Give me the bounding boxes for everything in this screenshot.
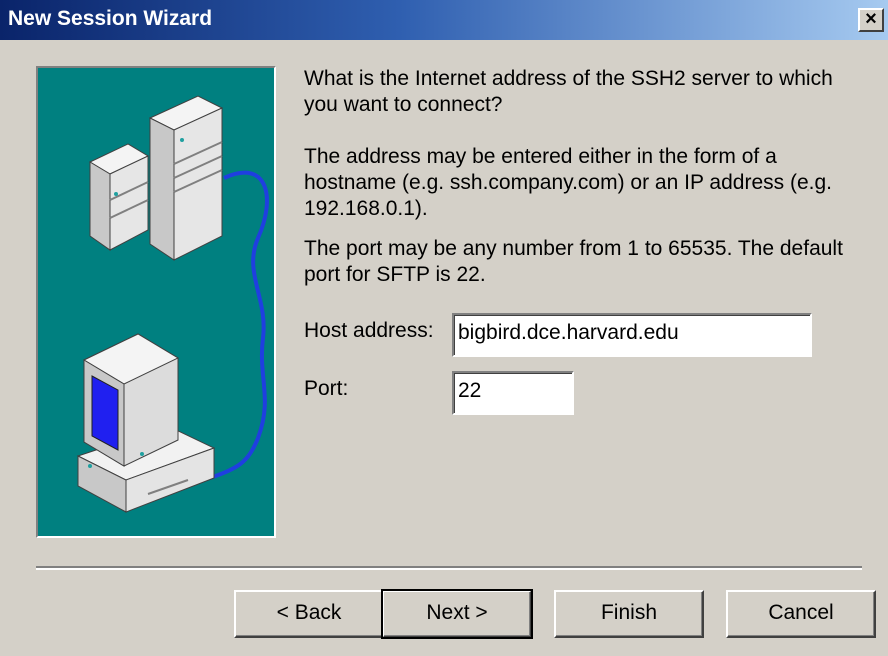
servers-network-computer-illustration: [76, 95, 269, 513]
port-range-help: The port may be any number from 1 to 655…: [304, 237, 843, 286]
back-button[interactable]: < Back: [234, 590, 384, 638]
window-title: New Session Wizard: [8, 7, 213, 30]
host-address-label: Host address:: [304, 319, 434, 342]
button-separator: [36, 566, 862, 570]
next-button[interactable]: Next >: [381, 589, 533, 639]
wizard-illustration: [36, 66, 276, 538]
host-address-input[interactable]: bigbird.dce.harvard.edu: [452, 313, 812, 357]
server-address-question: What is the Internet address of the SSH2…: [304, 67, 833, 116]
large-server-icon: [148, 95, 224, 261]
new-session-wizard-dialog: New Session Wizard × What is the Interne…: [0, 0, 888, 656]
close-button[interactable]: ×: [858, 8, 884, 32]
cancel-button[interactable]: Cancel: [726, 590, 876, 638]
close-icon: ×: [865, 8, 877, 30]
address-format-help: The address may be entered either in the…: [304, 145, 832, 220]
finish-button[interactable]: Finish: [554, 590, 704, 638]
title-bar[interactable]: New Session Wizard ×: [0, 0, 888, 40]
small-server-icon: [88, 143, 150, 251]
port-label: Port:: [304, 377, 349, 400]
computer-icon: [76, 333, 216, 513]
port-input[interactable]: 22: [452, 371, 574, 415]
